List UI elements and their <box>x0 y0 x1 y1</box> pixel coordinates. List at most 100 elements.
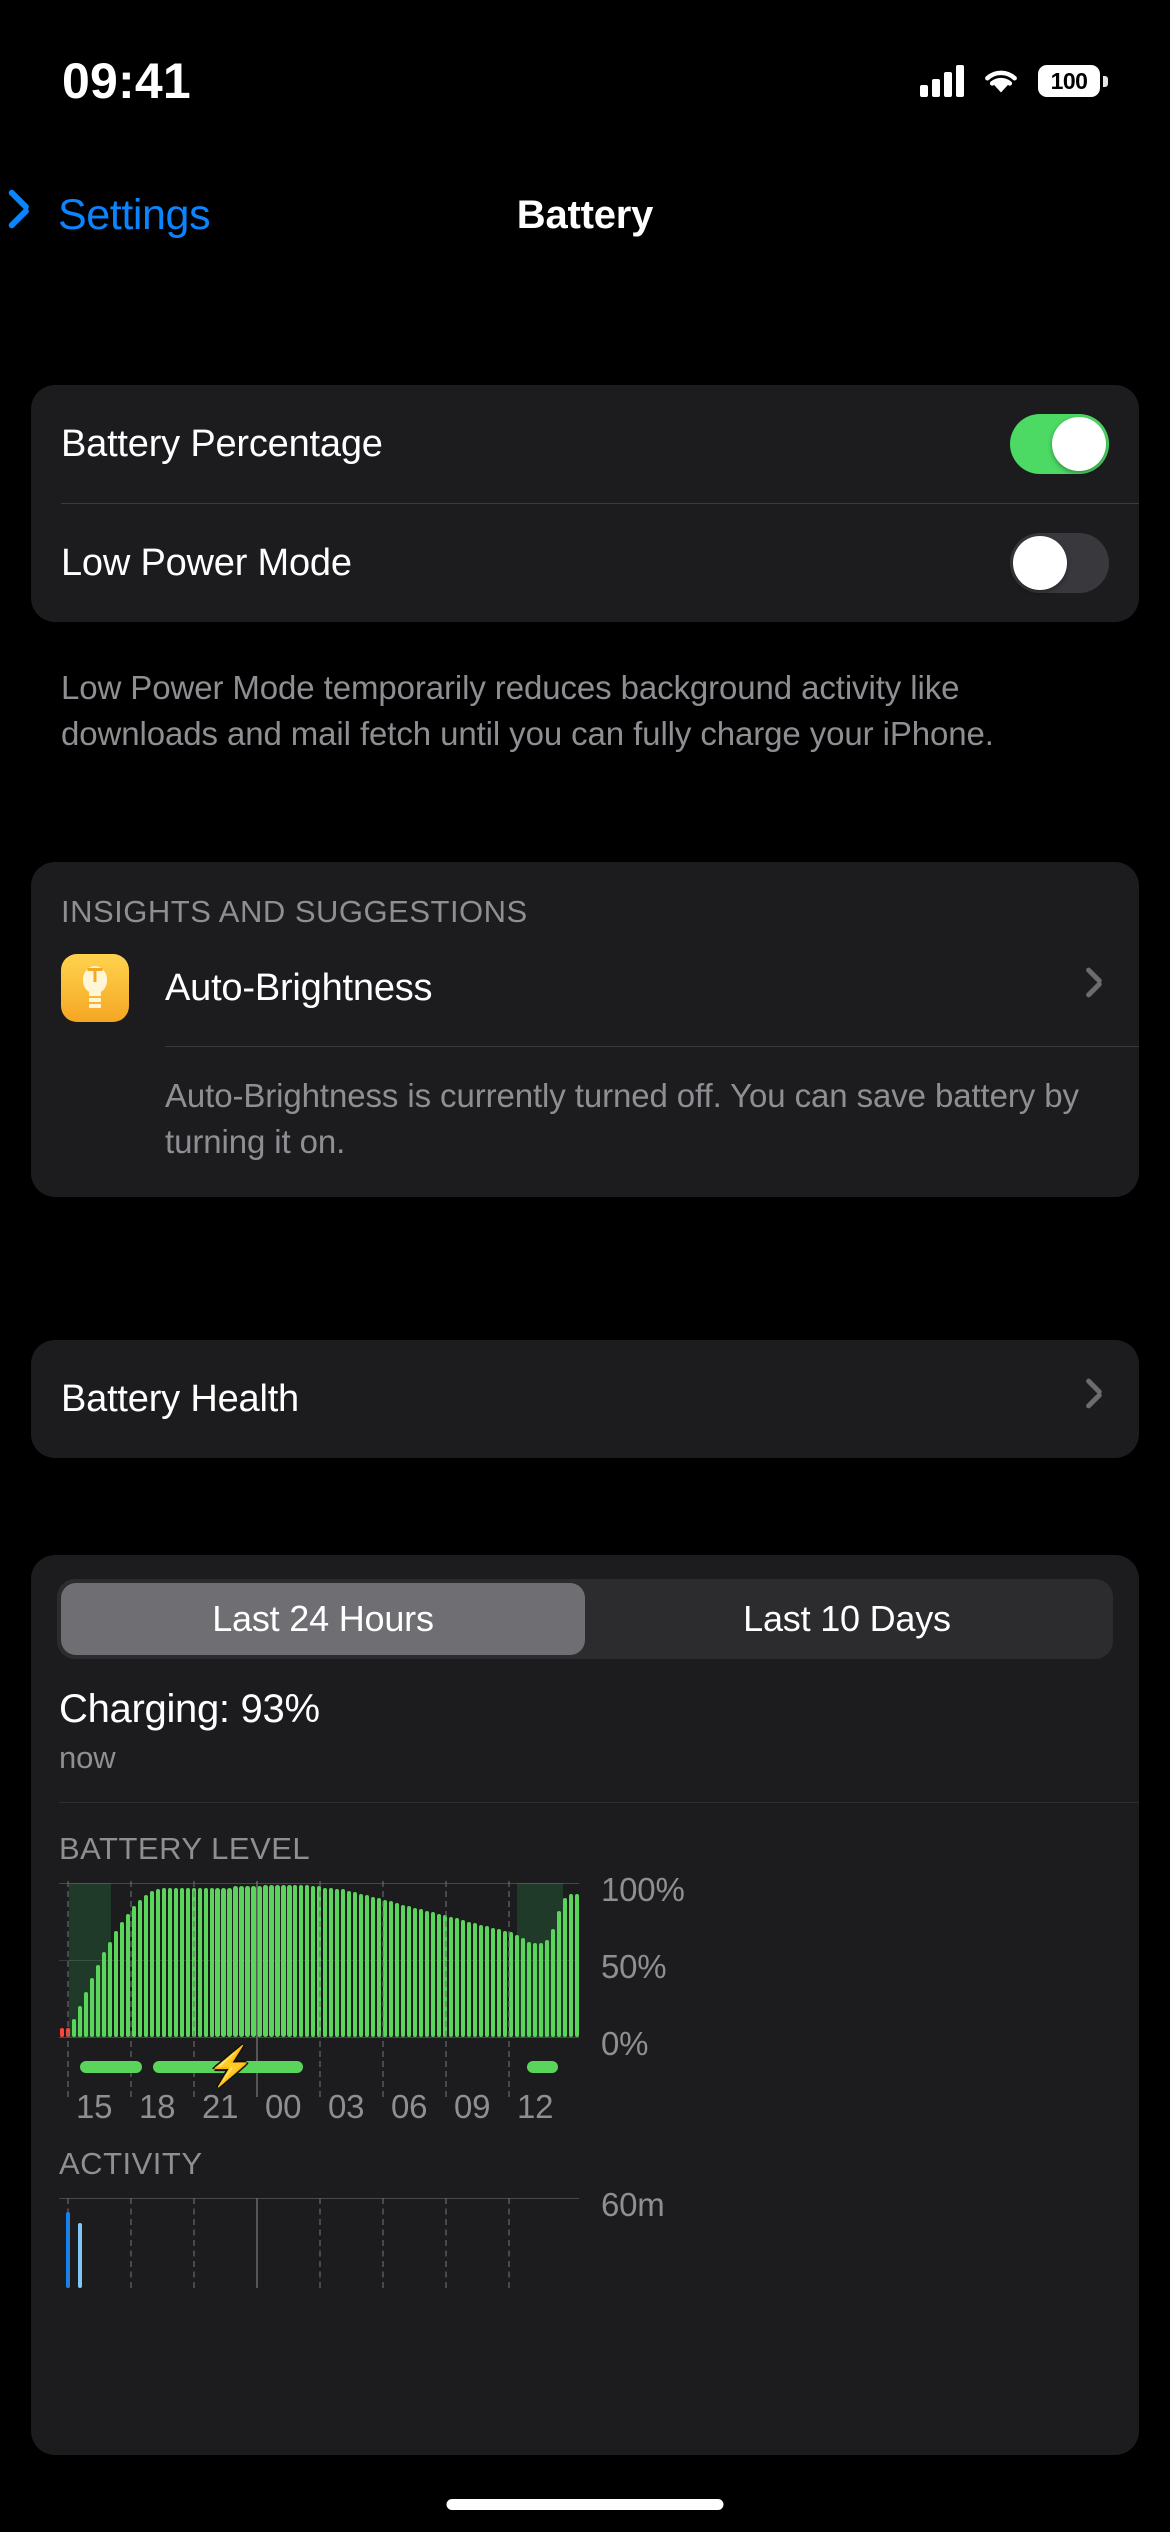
battery-health-card[interactable]: Battery Health <box>31 1340 1139 1458</box>
charging-period-bar <box>79 2061 143 2073</box>
battery-level-bar <box>311 1886 316 2037</box>
x-tick-00: 00 <box>265 2088 302 2125</box>
activity-plot <box>59 2198 579 2288</box>
battery-level-bar <box>568 1893 573 2037</box>
battery-level-bar <box>454 1918 460 2037</box>
battery-level-header: BATTERY LEVEL <box>59 1831 311 1866</box>
battery-level-bar <box>532 1943 537 2037</box>
charging-periods-track: ⚡ <box>59 2046 579 2088</box>
auto-brightness-row[interactable]: Auto-Brightness <box>31 930 1139 1046</box>
x-tick-15: 15 <box>76 2088 113 2125</box>
battery-level-bar <box>395 1903 400 2037</box>
battery-level-bar <box>347 1890 352 2037</box>
battery-level-bar <box>496 1929 501 2037</box>
chevron-right-icon <box>1090 974 1105 1002</box>
battery-level-bar <box>389 1901 394 2037</box>
battery-level-bar <box>466 1921 472 2037</box>
x-tick-21: 21 <box>202 2088 239 2125</box>
battery-level-bar <box>299 1884 304 2037</box>
battery-level-bar <box>89 1978 95 2037</box>
battery-level-bar <box>377 1898 382 2037</box>
battery-level-bar <box>365 1895 370 2037</box>
battery-level-bar <box>149 1890 154 2037</box>
battery-toggles-card: Battery Percentage Low Power Mode <box>31 385 1139 622</box>
battery-level-y-axis: 100% 50% 0% <box>601 1871 801 2062</box>
home-indicator[interactable] <box>446 2499 724 2510</box>
battery-level-bar <box>406 1906 412 2037</box>
x-tick-18: 18 <box>139 2088 176 2125</box>
low-power-mode-toggle[interactable] <box>1010 533 1109 593</box>
x-tick-03: 03 <box>328 2088 365 2125</box>
segment-last-10-days[interactable]: Last 10 Days <box>585 1583 1109 1655</box>
battery-level-bar <box>371 1896 376 2037</box>
battery-level-bar <box>71 2018 77 2037</box>
battery-level-bar <box>412 1907 418 2037</box>
x-tick-09: 09 <box>454 2088 491 2125</box>
battery-level-bar <box>353 1892 358 2037</box>
battery-level-bar <box>251 1886 256 2037</box>
low-power-mode-row[interactable]: Low Power Mode <box>31 504 1139 622</box>
insights-section-header: INSIGHTS AND SUGGESTIONS <box>61 894 528 929</box>
battery-level-bar <box>323 1887 328 2037</box>
y-tick-50: 50% <box>601 1948 667 1985</box>
time-range-segmented-control[interactable]: Last 24 Hours Last 10 Days <box>57 1579 1113 1659</box>
battery-level-bar <box>335 1889 340 2037</box>
battery-level-bar <box>556 1910 561 2037</box>
battery-level-bar <box>478 1924 483 2037</box>
battery-level-bar <box>161 1887 166 2037</box>
battery-level-bar <box>401 1904 406 2037</box>
battery-percent-label: 100 <box>1050 67 1088 94</box>
status-bar-time: 09:41 <box>62 53 191 109</box>
battery-level-bar <box>460 1919 466 2037</box>
battery-level-bar <box>418 1909 424 2037</box>
battery-level-bar <box>287 1884 292 2037</box>
activity-bar <box>77 2223 83 2288</box>
battery-level-bar <box>484 1926 489 2037</box>
battery-level-bar <box>544 1939 549 2037</box>
battery-percentage-row[interactable]: Battery Percentage <box>31 385 1139 503</box>
battery-level-bar <box>167 1887 172 2037</box>
battery-percentage-toggle[interactable] <box>1010 414 1109 474</box>
back-button-label: Settings <box>58 190 211 239</box>
battery-level-bar <box>305 1884 310 2037</box>
x-tick-06: 06 <box>391 2088 428 2125</box>
battery-level-bar <box>173 1887 178 2037</box>
battery-level-bar <box>293 1884 298 2037</box>
auto-brightness-description: Auto-Brightness is currently turned off.… <box>165 1077 1079 1160</box>
auto-brightness-label: Auto-Brightness <box>165 966 433 1009</box>
battery-level-bar <box>95 1964 100 2037</box>
battery-level-bar <box>329 1887 334 2037</box>
battery-level-bar <box>221 1887 226 2037</box>
battery-level-bar <box>137 1899 142 2037</box>
battery-level-bar <box>197 1887 202 2037</box>
charge-status: Charging: 93% <box>59 1687 320 1731</box>
activity-header: ACTIVITY <box>59 2146 203 2181</box>
lightbulb-icon <box>61 954 129 1022</box>
battery-level-bar <box>83 1992 89 2037</box>
charge-timestamp: now <box>59 1740 116 1775</box>
battery-level-bar <box>275 1884 280 2037</box>
battery-level-bar <box>263 1884 268 2037</box>
wifi-icon <box>981 65 1021 97</box>
activity-y-tick-max: 60m <box>601 2186 665 2223</box>
battery-level-bar <box>526 1941 531 2037</box>
battery-level-bar <box>143 1895 148 2037</box>
battery-level-bar <box>341 1889 346 2037</box>
battery-level-bar <box>514 1935 519 2037</box>
battery-health-label: Battery Health <box>61 1377 299 1420</box>
battery-level-bar <box>269 1884 274 2037</box>
battery-health-row[interactable]: Battery Health <box>31 1340 1139 1458</box>
activity-gridline-18 <box>130 2198 132 2288</box>
battery-level-bar <box>227 1887 232 2037</box>
battery-level-bar <box>550 1929 555 2037</box>
battery-level-bar <box>430 1912 436 2037</box>
activity-gridline-00 <box>256 2198 258 2288</box>
cellular-signal-icon <box>920 65 964 97</box>
back-button[interactable]: Settings <box>26 160 211 270</box>
x-tick-12: 12 <box>517 2088 554 2125</box>
battery-settings-screen: 09:41 100 Battery Settings Battery Perce… <box>0 0 1170 2532</box>
chevron-right-icon <box>1090 1385 1105 1413</box>
battery-level-bar <box>203 1887 208 2037</box>
activity-gridline-12 <box>508 2198 510 2288</box>
segment-last-24-hours[interactable]: Last 24 Hours <box>61 1583 585 1655</box>
